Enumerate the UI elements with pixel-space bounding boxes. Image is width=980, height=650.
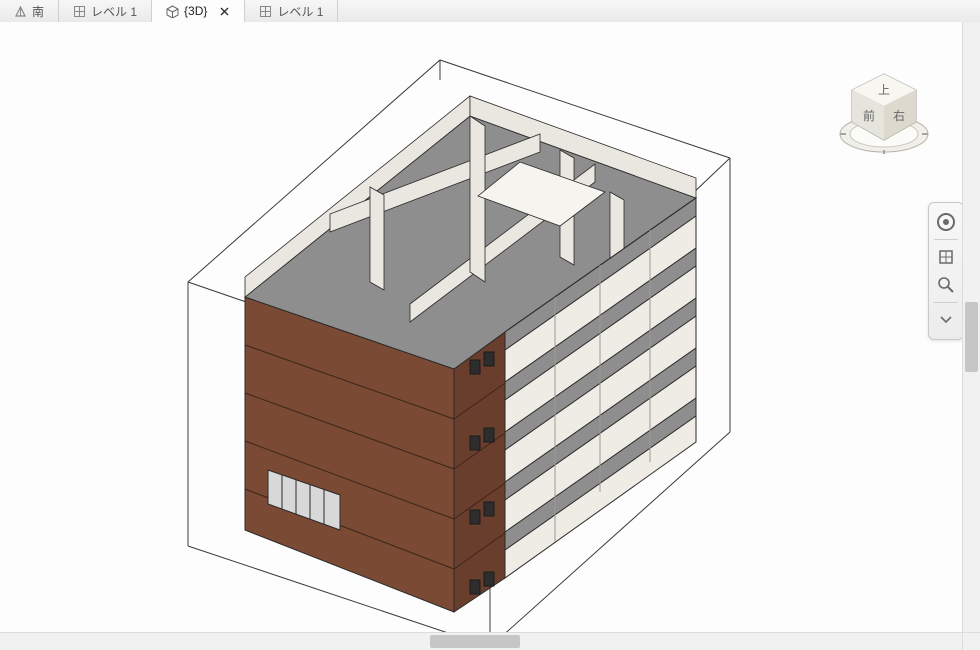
- tab-label: {3D}: [184, 4, 207, 18]
- steering-wheel-button[interactable]: [933, 209, 959, 235]
- tab-3d[interactable]: {3D}: [152, 0, 245, 23]
- pan-button[interactable]: [933, 244, 959, 270]
- elevation-icon: [14, 5, 27, 18]
- scrollbar-thumb[interactable]: [965, 302, 978, 372]
- tab-label: レベル 1: [91, 3, 137, 20]
- tab-label: レベル 1: [277, 3, 323, 20]
- tab-south-elevation[interactable]: 南: [0, 0, 59, 22]
- plan-icon: [73, 5, 86, 18]
- 3d-viewport[interactable]: 上 前 右: [0, 22, 980, 650]
- viewcube-top-label: 上: [878, 83, 890, 97]
- horizontal-scrollbar[interactable]: [0, 632, 963, 650]
- zoom-button[interactable]: [933, 272, 959, 298]
- viewcube-front-label: 前: [863, 108, 875, 123]
- navigation-bar: [928, 202, 964, 340]
- 3d-scene: [0, 22, 963, 633]
- tab-label: 南: [32, 3, 44, 20]
- viewcube[interactable]: 上 前 右: [834, 62, 934, 162]
- expand-chevron-icon[interactable]: [933, 307, 959, 333]
- tab-level-1b[interactable]: レベル 1: [245, 0, 338, 22]
- separator: [934, 302, 958, 303]
- scrollbar-corner: [962, 632, 980, 650]
- close-icon[interactable]: [218, 5, 230, 17]
- viewcube-right-label: 右: [893, 108, 905, 123]
- separator: [934, 239, 958, 240]
- vertical-scrollbar[interactable]: [962, 22, 980, 633]
- plan-icon: [259, 5, 272, 18]
- cube-icon: [166, 5, 179, 18]
- scrollbar-thumb[interactable]: [430, 635, 520, 648]
- view-tabs: 南 レベル 1 {3D} レベル 1: [0, 0, 980, 23]
- tab-level-1a[interactable]: レベル 1: [59, 0, 152, 22]
